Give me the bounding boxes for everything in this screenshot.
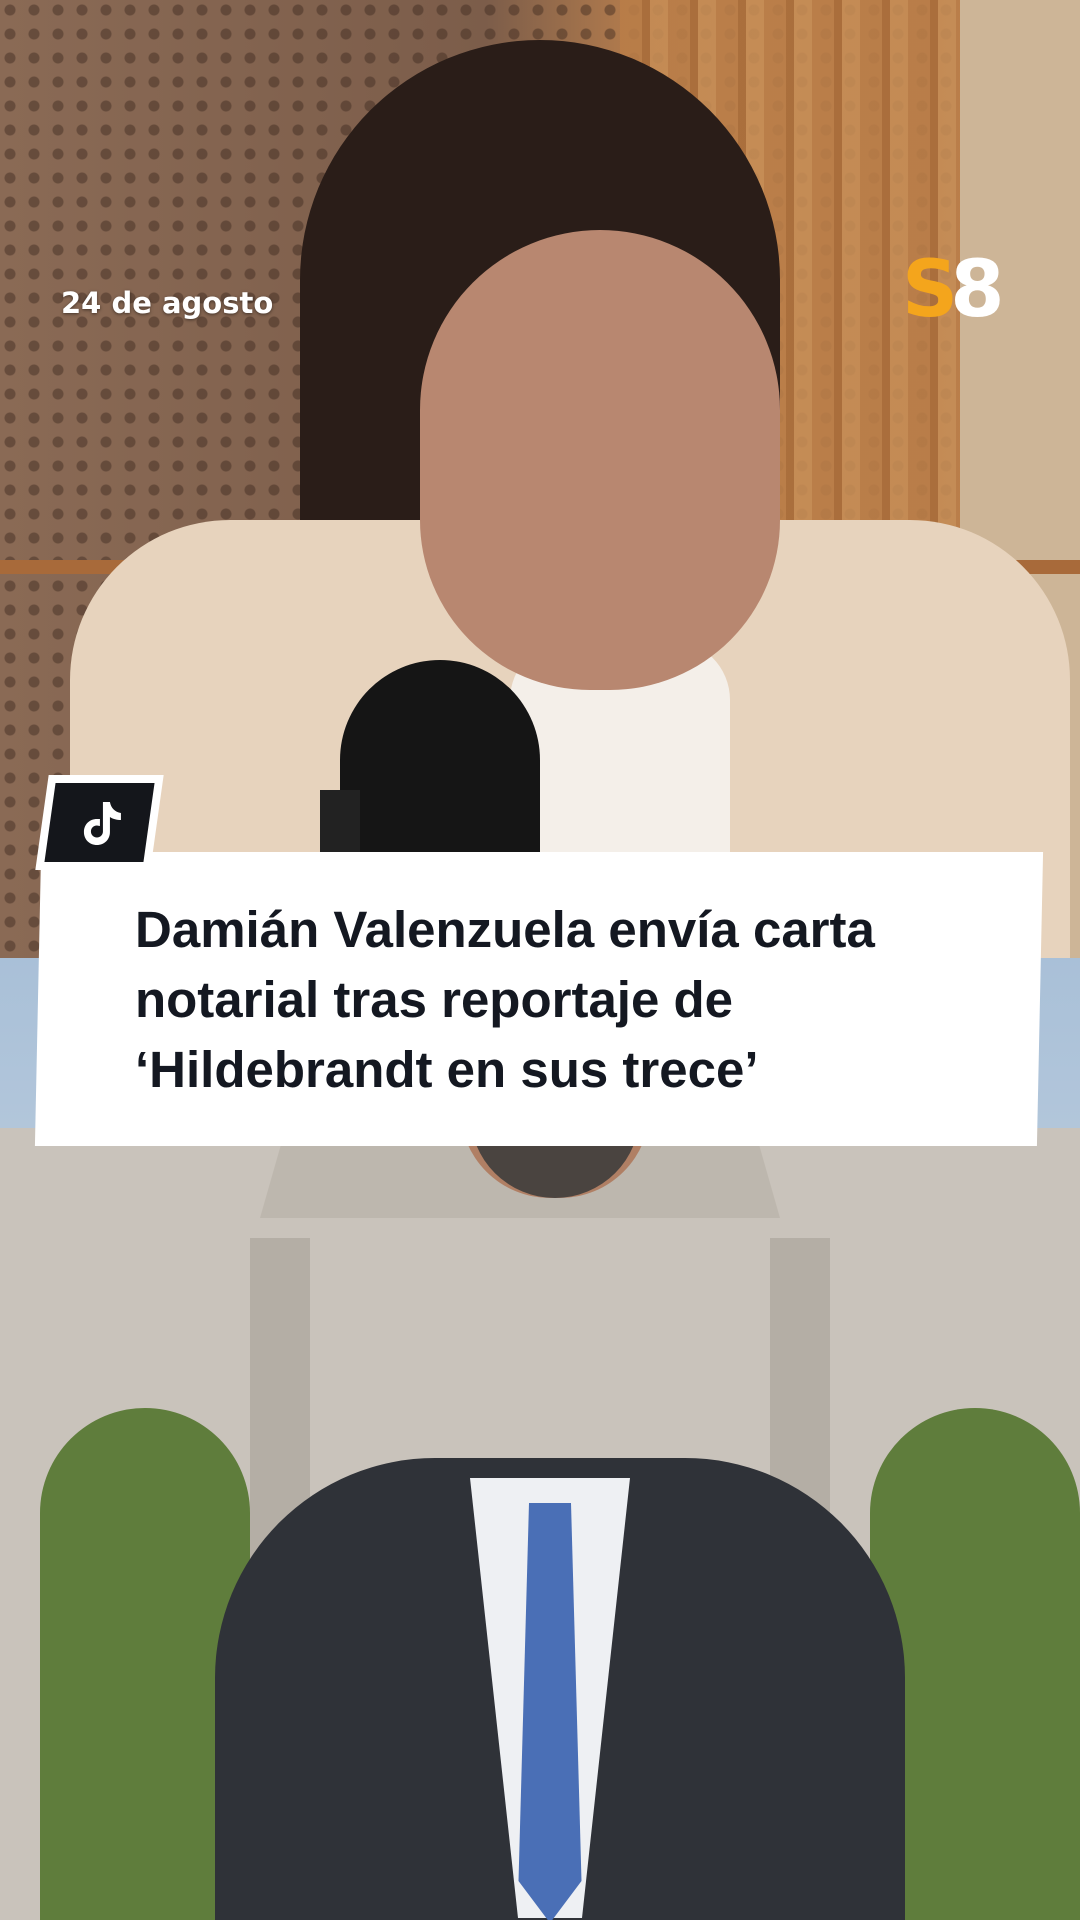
tiktok-badge-inner — [44, 783, 155, 862]
headline-line-1: Damián Valenzuela envía carta — [135, 901, 875, 958]
logo-s: S — [902, 245, 958, 335]
headline-line-2: notarial tras reportaje de — [135, 971, 734, 1028]
microphone — [340, 660, 540, 880]
s8-logo: S8 — [902, 250, 1005, 330]
top-photo-woman — [0, 0, 1080, 958]
headline-text: Damián Valenzuela envía carta notarial t… — [135, 895, 1015, 1105]
headline-line-3: ‘Hildebrandt en sus trece’ — [135, 1041, 759, 1098]
tiktok-badge — [35, 775, 164, 870]
date-label: 24 de agosto — [61, 286, 274, 320]
logo-8: 8 — [950, 245, 1004, 335]
tiktok-icon — [83, 801, 121, 845]
woman-face — [420, 230, 780, 690]
